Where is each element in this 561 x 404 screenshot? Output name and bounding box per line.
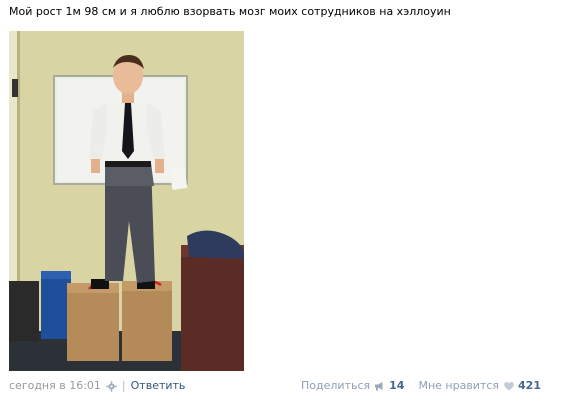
share-label: Поделиться xyxy=(301,379,371,392)
post-actions: Поделиться 14 Мне нравится 421 xyxy=(301,378,541,394)
like-count: 421 xyxy=(518,379,541,392)
footer-separator: | xyxy=(121,379,126,392)
post-meta: сегодня в 16:01 | Ответить xyxy=(9,378,185,394)
post-photo[interactable] xyxy=(9,31,244,371)
share-button[interactable]: Поделиться 14 xyxy=(301,378,404,394)
post-text: Мой рост 1м 98 см и я люблю взорвать моз… xyxy=(9,5,451,18)
like-label: Мне нравится xyxy=(418,379,500,392)
gear-icon[interactable] xyxy=(106,380,117,392)
wall-post: Мой рост 1м 98 см и я люблю взорвать моз… xyxy=(0,0,561,404)
share-count: 14 xyxy=(389,379,405,392)
photo-image xyxy=(9,31,244,371)
post-footer: сегодня в 16:01 | Ответить Поделиться 14… xyxy=(9,378,541,394)
megaphone-icon xyxy=(374,380,386,392)
heart-icon xyxy=(503,380,515,392)
post-timestamp[interactable]: сегодня в 16:01 xyxy=(9,378,101,394)
like-button[interactable]: Мне нравится 421 xyxy=(418,378,541,394)
reply-button[interactable]: Ответить xyxy=(131,378,186,394)
